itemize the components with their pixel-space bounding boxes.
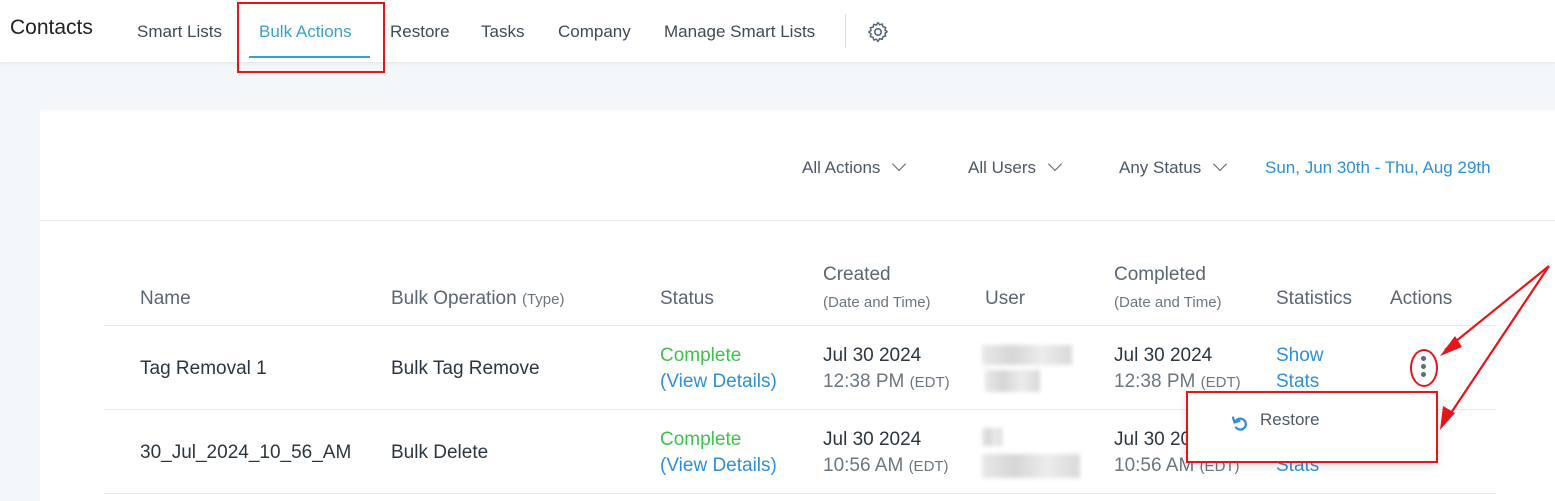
tab-manage-smart-lists[interactable]: Manage Smart Lists (664, 22, 815, 42)
nav-divider (845, 14, 846, 48)
column-header-completed-sub: (Date and Time) (1114, 291, 1222, 313)
annotation-circle-kebab (1410, 349, 1438, 387)
row-1-completed-time: 12:38 PM (EDT) (1114, 371, 1241, 393)
date-range-picker[interactable]: Sun, Jun 30th - Thu, Aug 29th (1265, 158, 1491, 178)
filter-users-dropdown[interactable]: All Users (968, 156, 1063, 178)
row-1-show-stats-link[interactable]: Show (1276, 345, 1324, 367)
row-1-completed-date: Jul 30 2024 (1114, 345, 1213, 366)
row-1-user-avatar-blurred (982, 345, 1072, 365)
row-1-completed-tz: (EDT) (1200, 374, 1241, 391)
tab-tasks[interactable]: Tasks (481, 22, 524, 42)
column-header-operation-label: Bulk Operation (391, 288, 517, 309)
filter-status-dropdown[interactable]: Any Status (1119, 156, 1228, 178)
row-1-show-stats-link-2[interactable]: Stats (1276, 371, 1319, 393)
row-1-name: Tag Removal 1 (140, 358, 267, 379)
row-1-created-time-text: 12:38 PM (823, 371, 905, 392)
row-1-operation: Bulk Tag Remove (391, 358, 540, 379)
row-2-created-time-text: 10:56 AM (823, 455, 904, 476)
chevron-down-icon (1213, 156, 1228, 172)
column-header-completed: Completed (1114, 264, 1206, 285)
table-header-divider (104, 325, 1496, 326)
filter-actions-label: All Actions (802, 158, 881, 177)
column-header-status: Status (660, 288, 714, 309)
column-header-actions: Actions (1390, 288, 1453, 309)
chevron-down-icon (1047, 156, 1063, 172)
table-row-divider (104, 493, 1496, 494)
filter-status-label: Any Status (1119, 158, 1202, 177)
row-1-created-time: 12:38 PM (EDT) (823, 371, 950, 393)
column-header-created: Created (823, 264, 891, 285)
row-2-created-time: 10:56 AM (EDT) (823, 455, 949, 477)
row-2-created-tz: (EDT) (908, 458, 949, 475)
column-header-statistics: Statistics (1276, 288, 1353, 309)
row-2-user-avatar-blurred (982, 428, 1002, 446)
tab-smart-lists[interactable]: Smart Lists (137, 22, 222, 42)
column-header-completed-sub-text: (Date and Time) (1114, 294, 1222, 311)
filter-actions-dropdown[interactable]: All Actions (802, 156, 907, 178)
column-header-user: User (985, 288, 1026, 309)
row-2-operation: Bulk Delete (391, 442, 489, 463)
column-header-name: Name (140, 288, 191, 309)
chevron-down-icon (892, 156, 907, 172)
row-2-created-date: Jul 30 2024 (823, 429, 922, 450)
row-1-created-tz: (EDT) (909, 374, 950, 391)
column-header-operation: Bulk Operation (Type) (391, 288, 564, 310)
row-1-created-date: Jul 30 2024 (823, 345, 922, 366)
row-2-user-name-blurred (982, 454, 1080, 478)
row-1-status: Complete (660, 345, 742, 366)
top-nav-bar: Contacts Smart Lists Bulk Actions Restor… (0, 0, 1555, 62)
row-2-name: 30_Jul_2024_10_56_AM (140, 442, 352, 463)
column-header-created-sub-text: (Date and Time) (823, 294, 931, 311)
row-1-view-details-link[interactable]: (View Details) (660, 371, 777, 393)
divider (40, 220, 1555, 221)
gear-icon[interactable] (866, 20, 890, 44)
tab-restore[interactable]: Restore (390, 22, 450, 42)
column-header-operation-sub: (Type) (521, 291, 565, 308)
row-1-user-name-blurred (985, 370, 1040, 392)
column-header-created-sub: (Date and Time) (823, 291, 931, 313)
row-2-completed-time-text: 10:56 AM (1114, 455, 1195, 476)
page-title: Contacts (10, 16, 93, 39)
annotation-box-bulk-actions (237, 2, 385, 73)
tab-company[interactable]: Company (558, 22, 631, 42)
annotation-box-restore (1186, 391, 1438, 463)
filter-users-label: All Users (968, 158, 1037, 177)
row-2-view-details-link[interactable]: (View Details) (660, 455, 777, 477)
row-1-completed-time-text: 12:38 PM (1114, 371, 1196, 392)
row-2-status: Complete (660, 429, 742, 450)
